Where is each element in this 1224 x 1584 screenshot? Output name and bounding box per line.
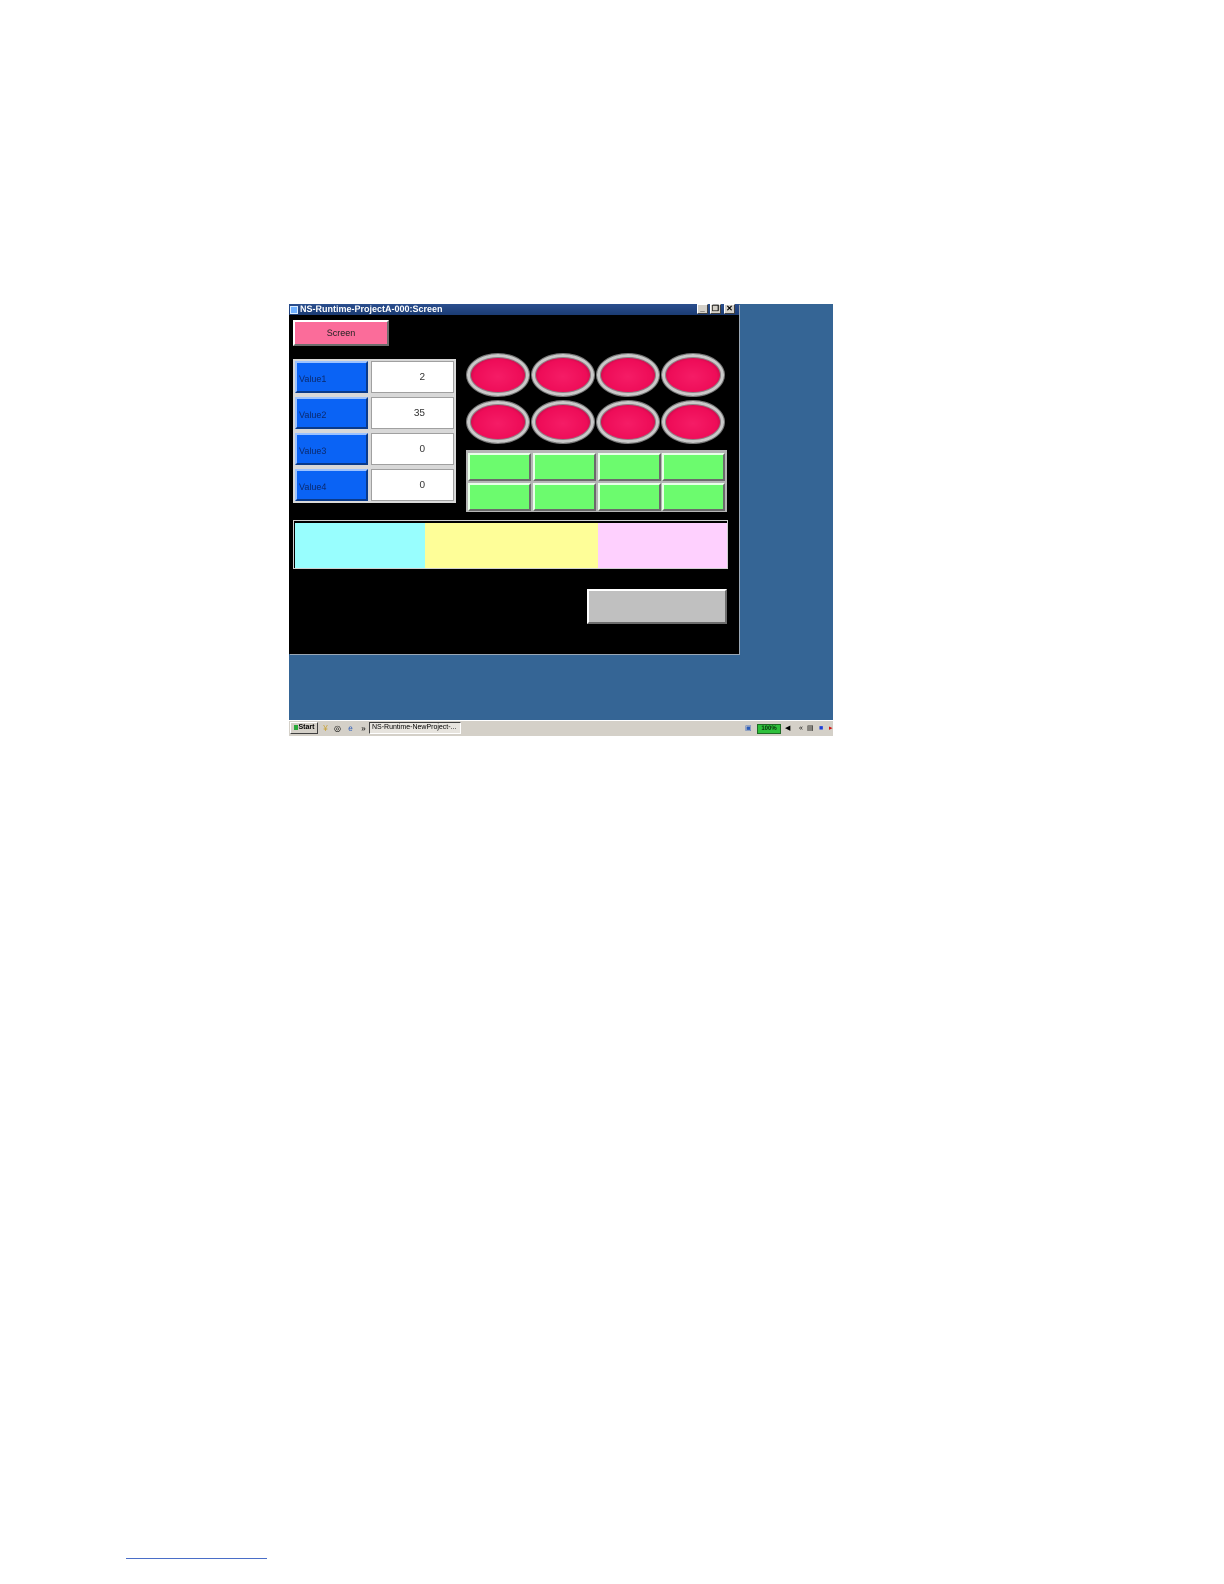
green-button-1[interactable] [468, 453, 531, 481]
battery-indicator[interactable]: 100% [757, 724, 781, 734]
start-label: Start [298, 724, 315, 731]
screen-button[interactable]: Screen [293, 320, 389, 346]
clock-icon[interactable]: ◎ [333, 724, 342, 733]
windows-flag-icon [293, 724, 298, 730]
value2-label: Value2 [295, 397, 368, 429]
value-panel: Value1 2 Value2 35 Value3 0 Value4 0 [293, 359, 456, 503]
ie-icon[interactable]: e [346, 724, 355, 733]
taskbar: Start ¥ ◎ e » NS-Runtime-NewProject-... … [289, 720, 833, 736]
close-button[interactable]: ✕ [724, 304, 735, 314]
alert-icon[interactable]: ▸ [829, 724, 833, 733]
tray-icon[interactable]: « [799, 724, 803, 733]
green-button-2[interactable] [533, 453, 596, 481]
green-button-8[interactable] [662, 483, 725, 511]
lamp-2[interactable] [532, 354, 594, 396]
color-segment-yellow [425, 523, 598, 568]
lamp-4[interactable] [662, 354, 724, 396]
start-button[interactable]: Start [290, 722, 318, 734]
runtime-window: NS-Runtime-ProjectA-000:Screen _ ❐ ✕ Scr… [289, 304, 739, 654]
folder-icon[interactable]: ¥ [321, 724, 330, 733]
green-button-7[interactable] [598, 483, 661, 511]
value4-display[interactable]: 0 [371, 469, 454, 501]
value1-display[interactable]: 2 [371, 361, 454, 393]
green-button-5[interactable] [468, 483, 531, 511]
lamp-3[interactable] [597, 354, 659, 396]
restore-button[interactable]: ❐ [710, 304, 721, 314]
lamp-6[interactable] [532, 401, 594, 443]
window-title: NS-Runtime-ProjectA-000:Screen [300, 304, 443, 314]
lamp-8[interactable] [662, 401, 724, 443]
value1-label: Value1 [295, 361, 368, 393]
color-segment-cyan [295, 523, 425, 568]
value3-display[interactable]: 0 [371, 433, 454, 465]
green-button-panel [466, 450, 727, 512]
network-icon[interactable]: ▣ [745, 724, 752, 733]
monitor-icon[interactable]: ▤ [807, 724, 814, 733]
value4-label: Value4 [295, 469, 368, 501]
minimize-button[interactable]: _ [697, 304, 708, 314]
speaker-icon[interactable]: ◀ [785, 724, 790, 733]
app-icon [290, 306, 298, 314]
value3-label: Value3 [295, 433, 368, 465]
color-segment-pink [598, 523, 727, 568]
green-button-3[interactable] [598, 453, 661, 481]
lamp-7[interactable] [597, 401, 659, 443]
chevron-icon[interactable]: » [359, 724, 368, 733]
value2-display[interactable]: 35 [371, 397, 454, 429]
lamp-1[interactable] [467, 354, 529, 396]
green-button-6[interactable] [533, 483, 596, 511]
desktop-screenshot: NS-Runtime-ProjectA-000:Screen _ ❐ ✕ Scr… [289, 304, 833, 736]
color-bar [293, 520, 728, 569]
media-icon[interactable]: ■ [819, 724, 823, 733]
footnote-rule [126, 1558, 267, 1559]
green-button-4[interactable] [662, 453, 725, 481]
gray-button[interactable] [587, 589, 727, 624]
taskbar-task-ns-runtime[interactable]: NS-Runtime-NewProject-... [369, 722, 461, 734]
window-titlebar[interactable]: NS-Runtime-ProjectA-000:Screen _ ❐ ✕ [289, 304, 739, 315]
lamp-5[interactable] [467, 401, 529, 443]
